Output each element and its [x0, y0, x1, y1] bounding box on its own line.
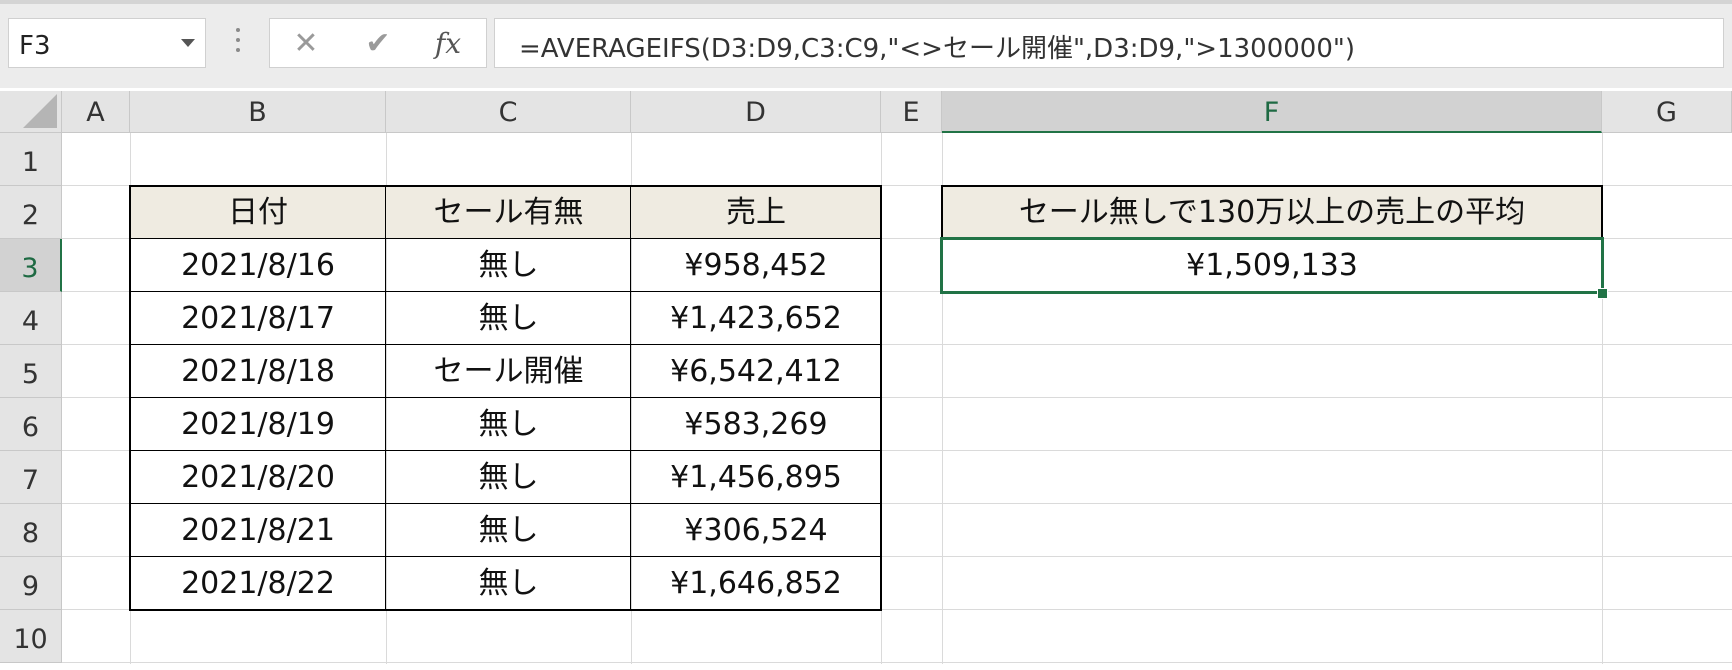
result-border — [941, 185, 943, 239]
table-cell[interactable]: 無し — [386, 557, 631, 610]
row-header-3[interactable]: 3 — [0, 239, 62, 292]
row-header-9[interactable]: 9 — [0, 557, 62, 610]
insert-function-icon[interactable]: fx — [424, 25, 472, 63]
column-header-b[interactable]: B — [130, 91, 386, 133]
cell-c2-header-sale[interactable]: セール有無 — [386, 186, 631, 239]
fill-handle[interactable] — [1597, 288, 1608, 299]
table-cell[interactable]: 2021/8/19 — [130, 398, 386, 451]
table-cell[interactable]: 2021/8/21 — [130, 504, 386, 557]
enter-icon[interactable]: ✔ — [354, 25, 402, 63]
row-header-2[interactable]: 2 — [0, 186, 62, 239]
gridline — [62, 662, 1732, 663]
table-cell[interactable]: ¥1,646,852 — [631, 557, 881, 610]
formula-buttons: ✕ ✔ fx — [269, 18, 487, 68]
drag-handle-icon[interactable] — [236, 28, 242, 58]
column-header-g[interactable]: G — [1602, 91, 1732, 133]
row-header-6[interactable]: 6 — [0, 398, 62, 451]
worksheet-grid[interactable]: A B C D E F G 1 2 3 4 5 6 7 8 9 10 日付 セー… — [0, 91, 1732, 664]
table-border — [129, 291, 882, 292]
table-border — [385, 185, 386, 611]
cancel-icon[interactable]: ✕ — [282, 25, 330, 63]
table-cell[interactable]: ¥1,423,652 — [631, 292, 881, 345]
table-border — [129, 450, 882, 451]
column-header-e[interactable]: E — [881, 91, 942, 133]
formula-bar-area: F3 ✕ ✔ fx =AVERAGEIFS(D3:D9,C3:C9,"<>セール… — [0, 0, 1732, 88]
result-border — [1601, 185, 1603, 239]
cell-b2-header-date[interactable]: 日付 — [130, 186, 386, 239]
row-header-7[interactable]: 7 — [0, 451, 62, 504]
column-header-f[interactable]: F — [942, 91, 1602, 133]
table-cell[interactable]: 無し — [386, 504, 631, 557]
chevron-down-icon[interactable] — [181, 39, 195, 47]
table-border — [129, 609, 882, 611]
table-cell[interactable]: ¥306,524 — [631, 504, 881, 557]
select-all-triangle-icon — [23, 94, 57, 128]
table-cell[interactable]: ¥958,452 — [631, 239, 881, 292]
table-cell[interactable]: 2021/8/20 — [130, 451, 386, 504]
formula-input[interactable]: =AVERAGEIFS(D3:D9,C3:C9,"<>セール開催",D3:D9,… — [494, 18, 1724, 68]
table-cell[interactable]: 2021/8/17 — [130, 292, 386, 345]
row-header-4[interactable]: 4 — [0, 292, 62, 345]
table-cell[interactable]: 無し — [386, 239, 631, 292]
table-border — [129, 185, 131, 611]
table-border — [129, 503, 882, 504]
row-header-5[interactable]: 5 — [0, 345, 62, 398]
table-border — [129, 238, 882, 239]
table-cell[interactable]: 無し — [386, 451, 631, 504]
table-border — [129, 344, 882, 345]
table-cell[interactable]: 無し — [386, 292, 631, 345]
row-header-1[interactable]: 1 — [0, 133, 62, 186]
cell-d2-header-sales[interactable]: 売上 — [631, 186, 881, 239]
table-cell[interactable]: ¥6,542,412 — [631, 345, 881, 398]
table-border — [630, 185, 631, 611]
column-header-d[interactable]: D — [631, 91, 881, 133]
formula-text: =AVERAGEIFS(D3:D9,C3:C9,"<>セール開催",D3:D9,… — [519, 34, 1355, 64]
table-cell[interactable]: 無し — [386, 398, 631, 451]
table-cell[interactable]: 2021/8/22 — [130, 557, 386, 610]
table-border — [129, 185, 882, 187]
table-cell[interactable]: ¥1,456,895 — [631, 451, 881, 504]
ribbon-edge — [0, 0, 1732, 4]
table-border — [129, 397, 882, 398]
active-cell-selection — [940, 237, 1604, 294]
row-header-10[interactable]: 10 — [0, 610, 62, 663]
table-border — [129, 556, 882, 557]
select-all-button[interactable] — [0, 91, 62, 133]
cell-f2-result-label[interactable]: セール無しで130万以上の売上の平均 — [942, 186, 1602, 239]
column-header-a[interactable]: A — [62, 91, 130, 133]
table-cell[interactable]: 2021/8/16 — [130, 239, 386, 292]
table-cell[interactable]: セール開催 — [386, 345, 631, 398]
row-header-8[interactable]: 8 — [0, 504, 62, 557]
name-box[interactable]: F3 — [8, 18, 206, 68]
table-border — [880, 185, 882, 611]
table-cell[interactable]: ¥583,269 — [631, 398, 881, 451]
result-border — [941, 185, 1603, 187]
name-box-value: F3 — [19, 31, 51, 61]
table-cell[interactable]: 2021/8/18 — [130, 345, 386, 398]
column-header-c[interactable]: C — [386, 91, 631, 133]
